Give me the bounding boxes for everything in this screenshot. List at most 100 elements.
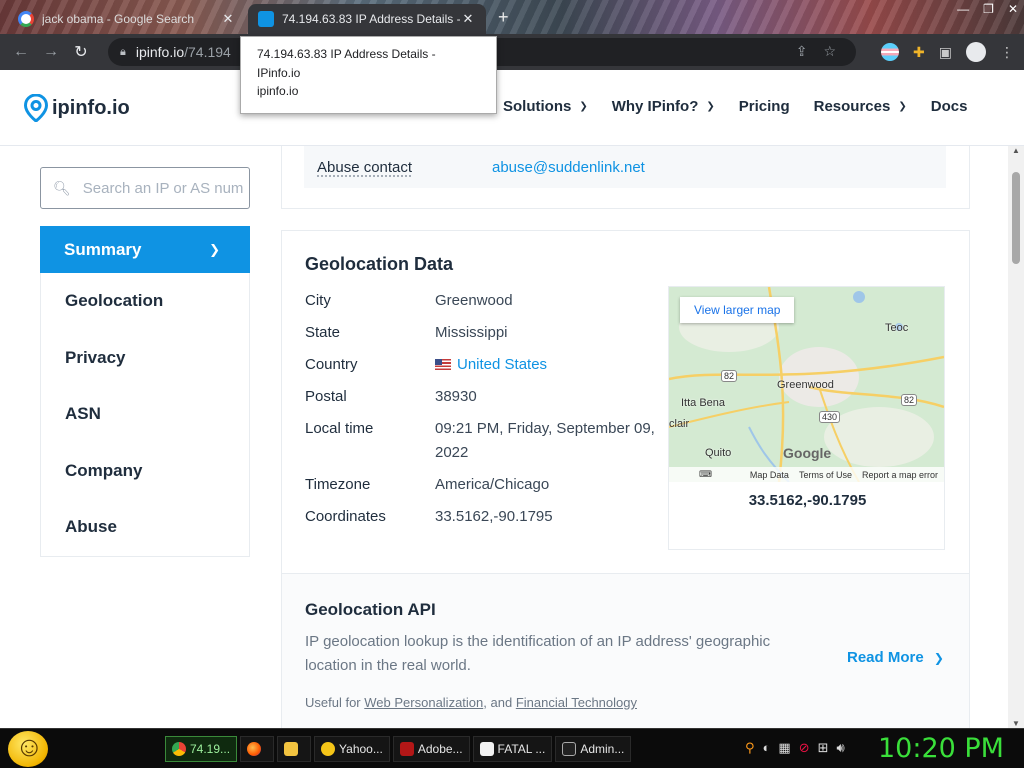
location-pin-icon xyxy=(24,94,48,122)
keyboard-icon[interactable]: ⌨ xyxy=(699,469,712,480)
new-tab-icon[interactable]: + xyxy=(498,7,509,28)
financial-technology-link[interactable]: Financial Technology xyxy=(516,695,637,710)
geo-row-coordinates: Coordinates 33.5162,-90.1795 xyxy=(305,505,667,529)
ipinfo-favicon-icon xyxy=(258,11,274,27)
row-value: Mississippi xyxy=(435,324,508,341)
sidebar-item-abuse[interactable]: Abuse xyxy=(41,499,249,556)
task-folder[interactable] xyxy=(277,736,312,762)
tray-network-icon[interactable]: ⊞ xyxy=(818,740,829,756)
reload-icon[interactable]: ↻ xyxy=(66,42,96,62)
web-personalization-link[interactable]: Web Personalization xyxy=(364,695,483,710)
google-favicon-icon xyxy=(18,11,34,27)
task-fatal[interactable]: FATAL ... xyxy=(472,736,553,762)
row-key: Country xyxy=(305,356,358,373)
row-key: Coordinates xyxy=(305,508,386,525)
geo-row-postal: Postal 38930 xyxy=(305,385,667,409)
task-yahoo[interactable]: Yahoo... xyxy=(314,736,390,762)
scroll-up-icon[interactable]: ▲ xyxy=(1012,146,1020,155)
row-key: City xyxy=(305,292,331,309)
browser-toolbar: ← → ↻ 🔒︎ ipinfo.io /74.194 ⇪ ☆ ✚ ▣ ⋮ xyxy=(0,34,1024,70)
tab-label: jack obama - Google Search xyxy=(42,12,195,26)
ip-search-input[interactable] xyxy=(82,179,243,197)
close-icon[interactable]: ✕ xyxy=(220,11,236,27)
close-window-icon[interactable]: ✕ xyxy=(1008,2,1018,16)
start-smiley-icon[interactable] xyxy=(8,731,48,767)
back-icon[interactable]: ← xyxy=(6,43,36,61)
minimize-icon[interactable]: — xyxy=(957,2,969,16)
tray-search-icon[interactable]: ⚲ xyxy=(745,740,755,756)
bookmark-star-icon[interactable]: ☆ xyxy=(823,43,836,60)
report-map-error-link[interactable]: Report a map error xyxy=(862,470,938,480)
useful-for-text: Useful for Web Personalization, and Fina… xyxy=(305,695,637,710)
map-label-quito: Quito xyxy=(705,447,732,459)
avatar[interactable] xyxy=(966,42,986,62)
tray-circle-icon[interactable]: ◐ xyxy=(763,740,771,756)
scroll-down-icon[interactable]: ▼ xyxy=(1012,719,1020,728)
tooltip-title: 74.194.63.83 IP Address Details - IPinfo… xyxy=(257,47,436,80)
tray-calendar-icon[interactable]: ▦ xyxy=(778,740,790,756)
tab-google-search[interactable]: jack obama - Google Search ✕ xyxy=(8,4,246,34)
menu-kebab-icon[interactable]: ⋮ xyxy=(1000,44,1014,61)
tray-alert-icon[interactable]: ⊘ xyxy=(799,740,810,756)
map-data-link[interactable]: Map Data xyxy=(750,470,789,480)
url-host: ipinfo.io xyxy=(135,44,185,60)
share-icon[interactable]: ⇪ xyxy=(796,43,808,60)
terms-of-use-link[interactable]: Terms of Use xyxy=(799,470,852,480)
map-coordinates: 33.5162,-90.1795 xyxy=(748,492,867,509)
map-label-itta-bena: Itta Bena xyxy=(681,397,726,409)
view-larger-map-button[interactable]: View larger map xyxy=(680,297,795,323)
row-value-country[interactable]: United States xyxy=(435,353,667,377)
tooltip-host: ipinfo.io xyxy=(257,84,299,98)
task-chrome[interactable]: 74.19... xyxy=(165,736,238,762)
country-link[interactable]: United States xyxy=(457,356,547,373)
nav-resources[interactable]: Resources ❯ xyxy=(814,98,907,115)
extensions-area: ✚ ▣ ⋮ xyxy=(881,42,1014,62)
task-label: FATAL ... xyxy=(497,742,546,756)
read-more-link[interactable]: Read More ❯ xyxy=(847,649,944,666)
lock-icon[interactable]: 🔒︎ xyxy=(120,46,126,59)
sidebar-item-summary[interactable]: Summary ❯ xyxy=(40,226,250,273)
ip-search-box[interactable]: 🔍︎ xyxy=(40,167,250,209)
close-icon[interactable]: ✕ xyxy=(460,11,476,27)
map-footer: ⌨ Map Data Terms of Use Report a map err… xyxy=(669,467,944,482)
row-key: Postal xyxy=(305,388,347,405)
nav-label: Docs xyxy=(930,98,968,115)
google-map[interactable]: View larger map Teoc Greenwood Itta Bena… xyxy=(669,287,944,482)
sidebar-item-company[interactable]: Company xyxy=(41,443,249,500)
task-adobe[interactable]: Adobe... xyxy=(392,736,470,762)
nav-label: Pricing xyxy=(738,98,790,115)
row-key: State xyxy=(305,324,341,341)
abuse-contact-link[interactable]: abuse@suddenlink.net xyxy=(492,159,645,176)
nav-pricing[interactable]: Pricing xyxy=(739,98,790,115)
task-label: Yahoo... xyxy=(339,742,383,756)
yahoo-smiley-icon xyxy=(321,742,336,756)
task-firefox[interactable] xyxy=(240,736,275,762)
omnibox-actions: ⇪ ☆ xyxy=(796,43,836,60)
nav-solutions[interactable]: Solutions ❯ xyxy=(503,98,588,115)
read-more-label: Read More xyxy=(847,649,924,666)
geolocation-card: Geolocation Data City Greenwood State Mi… xyxy=(281,230,970,740)
nav-docs[interactable]: Docs xyxy=(931,98,968,115)
forward-icon[interactable]: → xyxy=(36,43,66,61)
system-tray: ⚲ ◐ ▦ ⊘ ⊞ 🔊︎ xyxy=(745,740,845,756)
side-panel-icon[interactable]: ▣ xyxy=(939,44,952,61)
tab-ipinfo[interactable]: 74.194.63.83 IP Address Details - ✕ xyxy=(248,4,486,34)
maximize-icon[interactable]: ❐ xyxy=(983,2,994,16)
geo-row-local-time: Local time 09:21 PM, Friday, September 0… xyxy=(305,417,667,465)
sidebar-item-privacy[interactable]: Privacy xyxy=(41,330,249,387)
useful-prefix: Useful for xyxy=(305,695,361,710)
profile-flag-icon[interactable] xyxy=(881,43,900,61)
api-title: Geolocation API xyxy=(305,600,436,619)
chevron-down-icon: ❯ xyxy=(579,101,588,112)
extensions-puzzle-icon[interactable]: ✚ xyxy=(913,44,925,61)
scrollbar-thumb[interactable] xyxy=(1012,172,1020,264)
taskbar-clock[interactable]: 10:20 PM xyxy=(878,733,1004,764)
tray-volume-icon[interactable]: 🔊︎ xyxy=(837,740,845,756)
sidebar-item-asn[interactable]: ASN xyxy=(41,386,249,443)
sidebar-item-geolocation[interactable]: Geolocation xyxy=(41,273,249,330)
task-admin[interactable]: Admin... xyxy=(555,736,632,762)
nav-why-ipinfo[interactable]: Why IPinfo? ❯ xyxy=(612,98,715,115)
ipinfo-logo[interactable]: ipinfo.io xyxy=(24,94,130,122)
task-label: Adobe... xyxy=(417,742,463,756)
page-scrollbar[interactable]: ▲ ▼ xyxy=(1008,146,1024,728)
